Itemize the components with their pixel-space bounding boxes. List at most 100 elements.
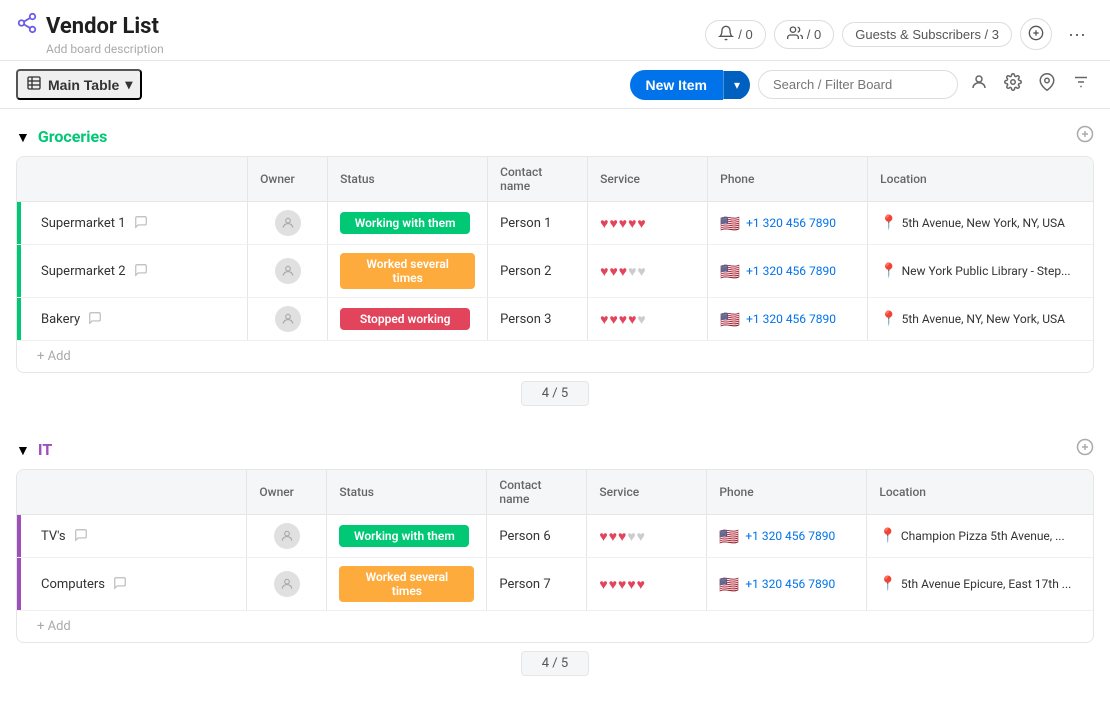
flag-icon: 🇺🇸	[720, 310, 740, 329]
location-icon: 📍	[880, 215, 897, 231]
row-phone-cell: 🇺🇸 +1 320 456 7890	[708, 245, 868, 298]
activity-button[interactable]: / 0	[705, 20, 765, 49]
comment-icon[interactable]	[74, 527, 88, 546]
team-button[interactable]: / 0	[774, 20, 834, 49]
group-it-toggle[interactable]: ▼	[16, 442, 30, 458]
team-icon	[787, 25, 803, 44]
table-row: Supermarket 2	[17, 245, 1093, 298]
phone-container: 🇺🇸 +1 320 456 7890	[720, 214, 855, 233]
group-groceries-toggle[interactable]: ▼	[16, 129, 30, 145]
add-row-cell[interactable]: + Add	[17, 341, 1093, 373]
table-row: Computers	[17, 558, 1093, 611]
row-location-cell: 📍 5th Avenue, New York, NY, USA	[868, 202, 1093, 245]
new-item-button[interactable]: New Item ▾	[630, 70, 751, 100]
avatar[interactable]	[275, 210, 301, 236]
row-name: Supermarket 2	[41, 264, 126, 279]
chevron-down-icon: ▾	[125, 76, 132, 93]
service-rating: ♥♥♥♥♥	[600, 264, 647, 280]
phone-container: 🇺🇸 +1 320 456 7890	[720, 262, 855, 281]
contact-name: Person 1	[500, 216, 551, 231]
table-row: Bakery	[17, 298, 1093, 341]
board-description[interactable]: Add board description	[46, 42, 164, 56]
row-status-cell: Worked several times	[327, 558, 487, 611]
row-name: Supermarket 1	[41, 216, 126, 231]
group-it-name[interactable]: IT	[38, 440, 52, 459]
comment-icon[interactable]	[113, 575, 127, 594]
more-options-button[interactable]: ···	[1060, 20, 1094, 49]
phone-number: +1 320 456 7890	[746, 216, 836, 230]
main-table-label: Main Table	[48, 77, 119, 93]
location-text: New York Public Library - Step...	[902, 264, 1071, 278]
row-service-cell: ♥♥♥♥♥	[588, 245, 708, 298]
row-service-cell: ♥♥♥♥♥	[588, 202, 708, 245]
status-badge[interactable]: Working with them	[340, 212, 470, 234]
main-table-button[interactable]: Main Table ▾	[16, 69, 142, 100]
phone-container: 🇺🇸 +1 320 456 7890	[719, 527, 854, 546]
row-color-bar	[17, 558, 21, 610]
status-badge[interactable]: Worked several times	[339, 566, 474, 602]
new-item-main-button[interactable]: New Item	[630, 70, 723, 100]
it-summary-badge: 4 / 5	[521, 651, 589, 676]
phone-container: 🇺🇸 +1 320 456 7890	[719, 575, 854, 594]
row-name-cell: TV's	[17, 515, 247, 558]
location-container: 📍 5th Avenue, New York, NY, USA	[880, 215, 1081, 231]
col-header-service: Service	[588, 157, 708, 202]
comment-icon[interactable]	[134, 262, 148, 281]
col-header-status: Status	[328, 157, 488, 202]
contact-name: Person 2	[500, 264, 551, 279]
add-row-it[interactable]: + Add	[17, 611, 1093, 643]
filter-button[interactable]	[1068, 69, 1094, 100]
row-status-cell: Stopped working	[328, 298, 488, 341]
service-rating: ♥♥♥♥♥	[599, 529, 646, 545]
location-container: 📍 5th Avenue, NY, New York, USA	[880, 311, 1081, 327]
group-it: ▼ IT Owner Status Contact name Service P…	[16, 438, 1094, 684]
location-text: 5th Avenue, New York, NY, USA	[902, 216, 1065, 230]
group-groceries: ▼ Groceries Owner Status Contact name Se…	[16, 125, 1094, 414]
avatar[interactable]	[275, 258, 301, 284]
comment-icon[interactable]	[88, 310, 102, 329]
profile-button[interactable]	[966, 69, 992, 100]
service-rating: ♥♥♥♥♥	[600, 312, 647, 328]
add-row-groceries[interactable]: + Add	[17, 341, 1093, 373]
invite-button[interactable]	[1020, 18, 1052, 50]
group-groceries-add-button[interactable]	[1076, 125, 1094, 148]
avatar[interactable]	[274, 571, 300, 597]
col-header-location-it: Location	[867, 470, 1093, 515]
location-icon: 📍	[879, 576, 896, 592]
col-header-owner: Owner	[248, 157, 328, 202]
status-badge[interactable]: Worked several times	[340, 253, 475, 289]
row-location-cell: 📍 New York Public Library - Step...	[868, 245, 1093, 298]
flag-icon: 🇺🇸	[720, 262, 740, 281]
location-text: 5th Avenue, NY, New York, USA	[902, 312, 1065, 326]
guests-button[interactable]: Guests & Subscribers / 3	[842, 22, 1012, 47]
avatar[interactable]	[275, 306, 301, 332]
group-it-header: ▼ IT	[16, 438, 1094, 461]
search-input[interactable]	[758, 70, 958, 99]
service-rating: ♥♥♥♥♥	[599, 577, 646, 593]
groceries-summary-badge: 4 / 5	[521, 381, 589, 406]
row-phone-cell: 🇺🇸 +1 320 456 7890	[707, 558, 867, 611]
status-badge[interactable]: Working with them	[339, 525, 469, 547]
settings-button[interactable]	[1000, 69, 1026, 100]
row-name: Bakery	[41, 312, 80, 327]
row-status-cell: Working with them	[327, 515, 487, 558]
phone-number: +1 320 456 7890	[746, 264, 836, 278]
col-header-phone-it: Phone	[707, 470, 867, 515]
it-table: Owner Status Contact name Service Phone …	[17, 470, 1093, 642]
add-row-it-cell[interactable]: + Add	[17, 611, 1093, 643]
avatar[interactable]	[274, 523, 300, 549]
it-summary: 4 / 5	[16, 643, 1094, 684]
status-badge[interactable]: Stopped working	[340, 308, 470, 330]
group-groceries-name[interactable]: Groceries	[38, 127, 108, 146]
row-name-cell: Computers	[17, 558, 247, 611]
col-header-name-it	[17, 470, 247, 515]
row-name: TV's	[41, 529, 66, 544]
pin-button[interactable]	[1034, 69, 1060, 100]
new-item-dropdown-button[interactable]: ▾	[723, 71, 750, 99]
app-title: Vendor List	[16, 12, 164, 40]
share-icon	[16, 12, 38, 40]
comment-icon[interactable]	[134, 214, 148, 233]
phone-number: +1 320 456 7890	[745, 529, 835, 543]
group-it-add-button[interactable]	[1076, 438, 1094, 461]
location-container: 📍 New York Public Library - Step...	[880, 263, 1081, 279]
